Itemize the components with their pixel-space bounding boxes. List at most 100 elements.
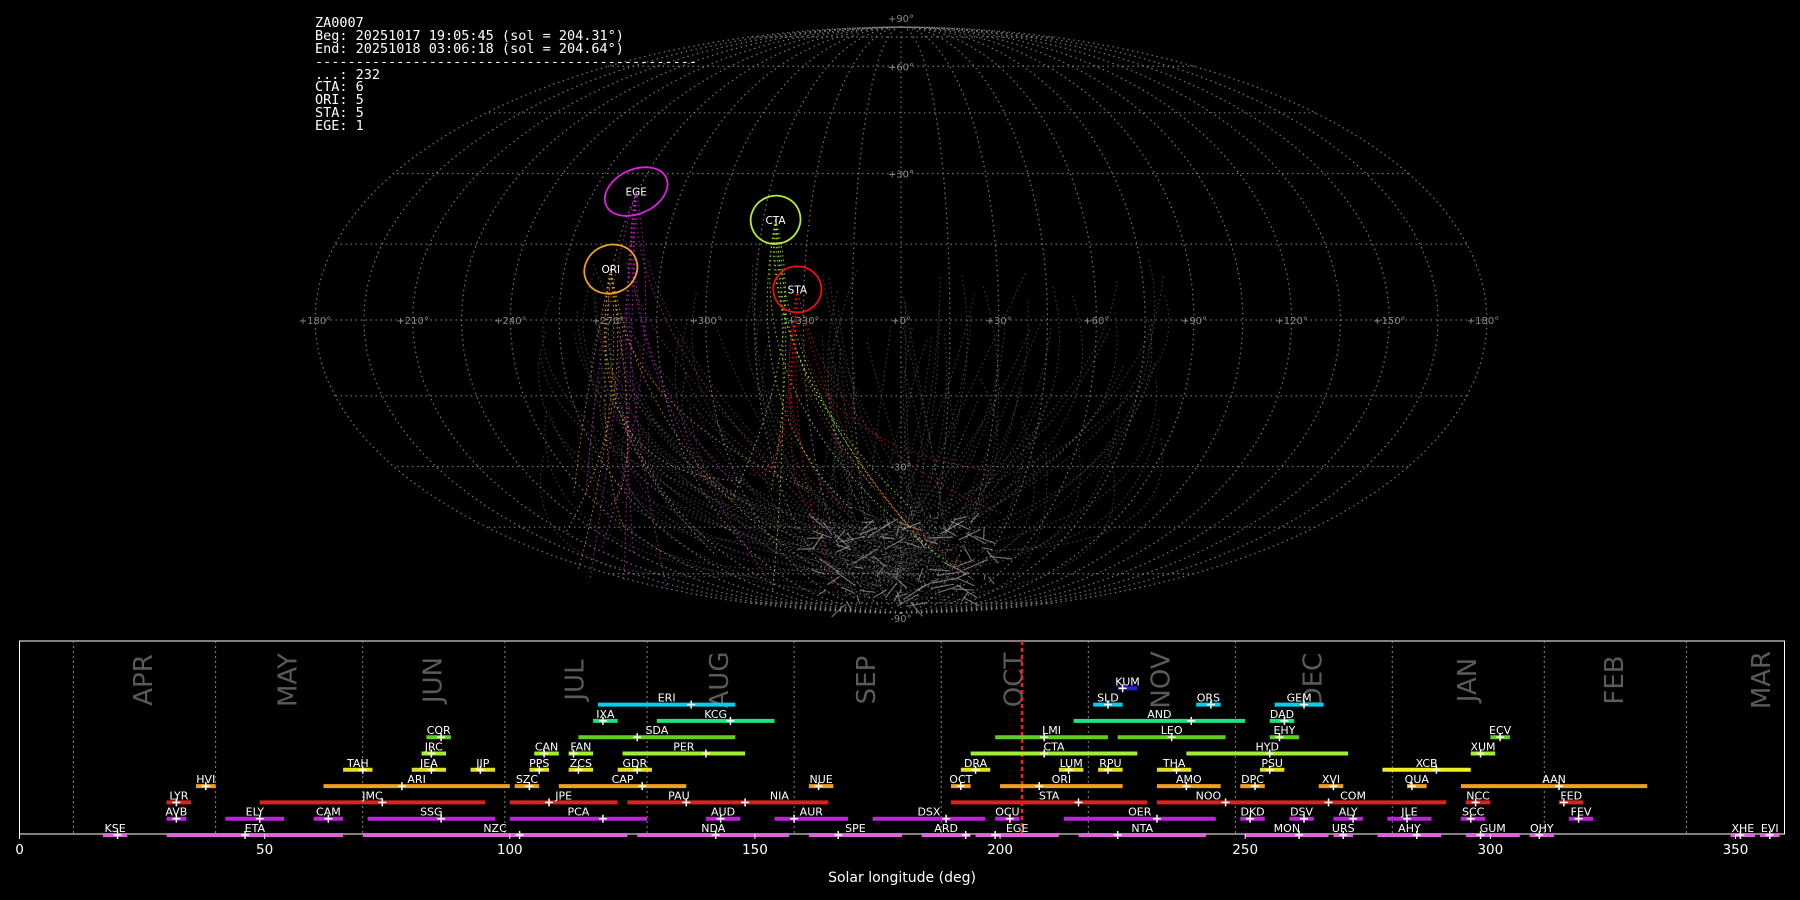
shower-code-label: IXA: [596, 708, 615, 721]
shower-code-label: GEM: [1287, 692, 1312, 705]
meteor-segment: [983, 573, 986, 581]
shower-code-label: JPE: [554, 789, 572, 802]
shower-tah: TAH: [343, 757, 373, 774]
meteor-trail: [717, 330, 883, 545]
meteor-segment: [822, 521, 833, 536]
shower-qua: QUA: [1405, 773, 1429, 791]
shower-code-label: PSU: [1261, 757, 1283, 770]
meteor-segment: [963, 547, 972, 561]
shower-code-label: XCB: [1416, 757, 1438, 770]
shower-code-label: DSV: [1290, 806, 1313, 819]
shower-code-label: DPC: [1241, 773, 1264, 786]
shower-code-label: JEA: [419, 757, 438, 770]
shower-code-label: SSG: [420, 806, 443, 819]
meteor-trail: [961, 419, 1160, 551]
shower-code-label: EGE: [1006, 822, 1028, 835]
latitude-label: -30°: [890, 463, 911, 474]
radiant-label: ORI: [602, 264, 621, 276]
meteor-segment: [954, 558, 975, 568]
shower-code-label: DSX: [917, 806, 940, 819]
shower-code-label: COM: [1340, 789, 1366, 802]
month-label: NOV: [1146, 651, 1176, 708]
radiant-sky-map: +180° +150° +120° +90° +60° +30° +0° +330° +300°…: [299, 14, 1499, 625]
info-count-sporadic: ...: 232: [315, 66, 381, 83]
longitude-label: +90°: [1181, 316, 1207, 327]
meteor-segment: [873, 555, 887, 568]
shower-kse: KSE: [102, 822, 128, 839]
meteor-trail: [591, 445, 873, 596]
shower-nta: NTA: [1078, 822, 1206, 839]
shower-kcg: KCG: [656, 708, 775, 725]
shower-jrc: JRC: [421, 741, 447, 758]
shower-code-label: SDA: [645, 724, 668, 737]
shower-lum: LUM: [1058, 757, 1084, 774]
shower-code-label: CTA: [1043, 741, 1065, 754]
x-tick-label: 300: [1477, 842, 1503, 858]
longitude-label: +180°: [299, 316, 331, 327]
month-label: MAR: [1747, 651, 1777, 709]
meteor-segment: [896, 567, 899, 578]
shower-ahy: AHY: [1377, 822, 1442, 839]
shower-code-label: URS: [1332, 822, 1355, 835]
shower-rpu: RPU: [1098, 757, 1123, 774]
radiant-label: CTA: [766, 215, 787, 227]
shower-cor: COR: [426, 724, 451, 742]
shower-code-label: OER: [1128, 806, 1152, 819]
radiant-label: EGE: [625, 187, 646, 199]
shower-code-label: XHE: [1731, 822, 1754, 835]
shower-avb: AVB: [165, 806, 187, 823]
shower-meteor-trail: [775, 219, 875, 490]
shower-dad: DAD: [1269, 708, 1295, 725]
shower-noo: NOO: [1156, 789, 1260, 807]
radiant-label: STA: [788, 284, 808, 296]
meteor-trail: [594, 292, 905, 551]
shower-code-label: ARI: [407, 773, 425, 786]
shower-code-label: FED: [1560, 789, 1582, 802]
meteor-segment: [930, 583, 955, 589]
shower-code-label: EHY: [1273, 724, 1295, 737]
shower-ari: ARI: [323, 773, 510, 791]
shower-code-label: XUM: [1470, 741, 1495, 754]
month-label: OCT: [999, 653, 1029, 708]
shower-ncc: NCC: [1465, 789, 1491, 807]
shower-code-label: ALY: [1339, 806, 1358, 819]
shower-zcs: ZCS: [568, 757, 594, 774]
shower-code-label: DRA: [964, 757, 988, 770]
shower-code-label: STA: [1039, 789, 1060, 802]
meteor-segment: [929, 514, 932, 519]
shower-aud: AUD: [705, 806, 741, 823]
shower-evi: EVI: [1759, 822, 1780, 839]
shower-code-label: NTA: [1131, 822, 1153, 835]
month-label: JUN: [418, 657, 448, 705]
shower-code-label: SCC: [1462, 806, 1485, 819]
shower-code-label: RPU: [1099, 757, 1121, 770]
shower-code-label: OCT: [949, 773, 972, 786]
shower-ocu: OCU: [995, 806, 1020, 823]
shower-code-label: AAN: [1542, 773, 1566, 786]
shower-oer: OER: [1063, 806, 1216, 823]
shower-and: AND: [1073, 708, 1246, 725]
meteor-segment: [831, 604, 846, 618]
shower-code-label: ORI: [1052, 773, 1072, 786]
shower-eta: ETA: [166, 822, 344, 839]
longitude-label: +300°: [689, 316, 721, 327]
observation-info-panel: ZA0007 Beg: 20251017 19:05:45 (sol = 204.…: [315, 16, 697, 133]
shower-szc: SZC: [514, 773, 540, 791]
shower-urs: URS: [1332, 822, 1355, 839]
month-label: FEB: [1600, 655, 1630, 704]
shower-nue: NUE: [808, 773, 834, 791]
shower-mon: MON: [1245, 822, 1329, 839]
shower-code-label: PER: [673, 741, 695, 754]
shower-leo: LEO: [1117, 724, 1226, 742]
shower-tha: THA: [1156, 757, 1192, 774]
shower-code-label: AVB: [165, 806, 187, 819]
shower-code-label: FEV: [1571, 806, 1592, 819]
shower-code-label: AHY: [1398, 822, 1421, 835]
meteor-trail: [948, 276, 1164, 539]
meteor-segment: [892, 575, 908, 589]
x-tick-label: 100: [497, 842, 523, 858]
meteor-trail: [838, 310, 943, 552]
latitude-label: +90°: [888, 14, 914, 25]
shower-code-label: JMC: [361, 789, 383, 802]
shower-code-label: PPS: [529, 757, 549, 770]
